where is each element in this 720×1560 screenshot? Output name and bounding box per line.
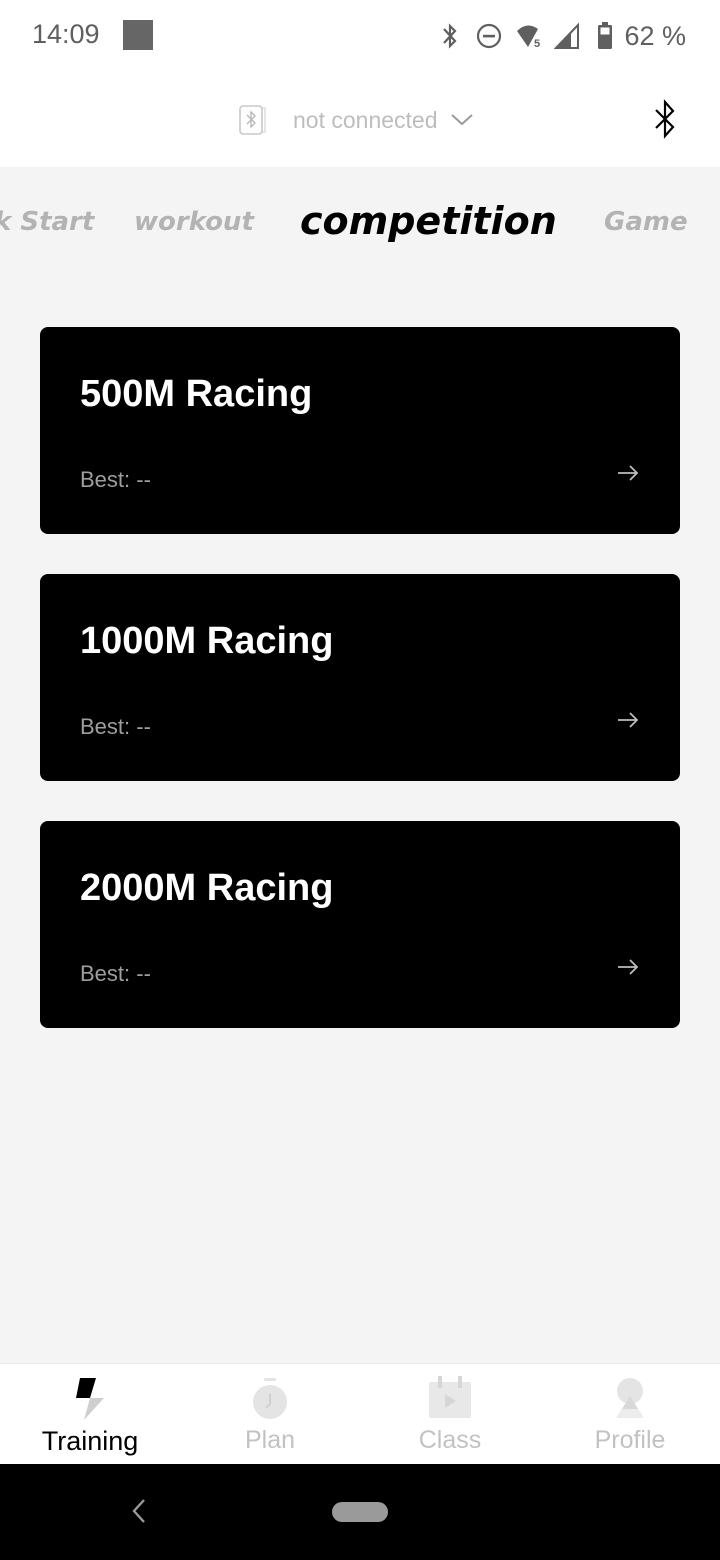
- race-card-2000m[interactable]: 2000M Racing Best: --: [40, 821, 680, 1028]
- arrow-right-icon: [618, 712, 639, 728]
- battery-percent: 62 %: [624, 20, 686, 51]
- arrow-right-icon: [618, 465, 639, 481]
- lightning-icon: [76, 1378, 104, 1420]
- status-time: 14:09: [32, 19, 100, 49]
- card-title: 1000M Racing: [80, 620, 334, 662]
- svg-text:5: 5: [534, 38, 540, 50]
- arrow-right-icon: [618, 959, 639, 975]
- chevron-down-icon: [450, 114, 473, 126]
- bottom-nav: Training Plan Class Profile: [0, 1363, 720, 1464]
- nav-profile[interactable]: Profile: [540, 1364, 720, 1464]
- tab-game[interactable]: Game: [604, 207, 688, 237]
- status-bar: 14:09 5 62 %: [0, 0, 720, 72]
- calendar-play-icon: [429, 1376, 471, 1418]
- notification-square-icon: [123, 20, 153, 50]
- wifi-5-icon: 5: [517, 25, 541, 50]
- person-icon: [616, 1378, 644, 1418]
- nav-class[interactable]: Class: [360, 1364, 540, 1464]
- race-card-500m[interactable]: 500M Racing Best: --: [40, 327, 680, 534]
- card-title: 2000M Racing: [80, 867, 334, 909]
- device-selector[interactable]: not connected: [238, 102, 474, 138]
- do-not-disturb-icon: [477, 23, 502, 49]
- header: not connected: [0, 72, 720, 167]
- system-nav-bar: [0, 1464, 720, 1560]
- nav-label: Training: [41, 1426, 139, 1456]
- card-best: Best: --: [80, 961, 151, 986]
- back-icon[interactable]: [128, 1496, 150, 1526]
- card-title: 500M Racing: [80, 373, 313, 415]
- nav-training[interactable]: Training: [0, 1364, 180, 1464]
- tab-workout[interactable]: workout: [134, 207, 254, 237]
- tab-competition[interactable]: competition: [300, 199, 557, 243]
- race-card-1000m[interactable]: 1000M Racing Best: --: [40, 574, 680, 781]
- tab-quick-start[interactable]: k Start: [0, 207, 94, 237]
- card-best: Best: --: [80, 467, 151, 492]
- home-pill[interactable]: [332, 1502, 388, 1522]
- nav-label: Class: [418, 1426, 482, 1454]
- bluetooth-device-icon: [239, 105, 266, 135]
- nav-label: Plan: [244, 1426, 296, 1454]
- bluetooth-icon: [655, 99, 675, 139]
- category-tabs: k Start workout competition Game: [0, 167, 720, 277]
- battery-icon: [598, 22, 613, 49]
- card-best: Best: --: [80, 714, 151, 739]
- nav-label: Profile: [594, 1426, 666, 1454]
- cellular-signal-icon: [554, 22, 580, 49]
- bluetooth-button[interactable]: [650, 98, 680, 140]
- bluetooth-icon: [443, 23, 457, 49]
- status-icons: 5 62 %: [440, 19, 686, 53]
- nav-plan[interactable]: Plan: [180, 1364, 360, 1464]
- device-status-label: not connected: [293, 106, 438, 133]
- stopwatch-icon: [253, 1378, 287, 1419]
